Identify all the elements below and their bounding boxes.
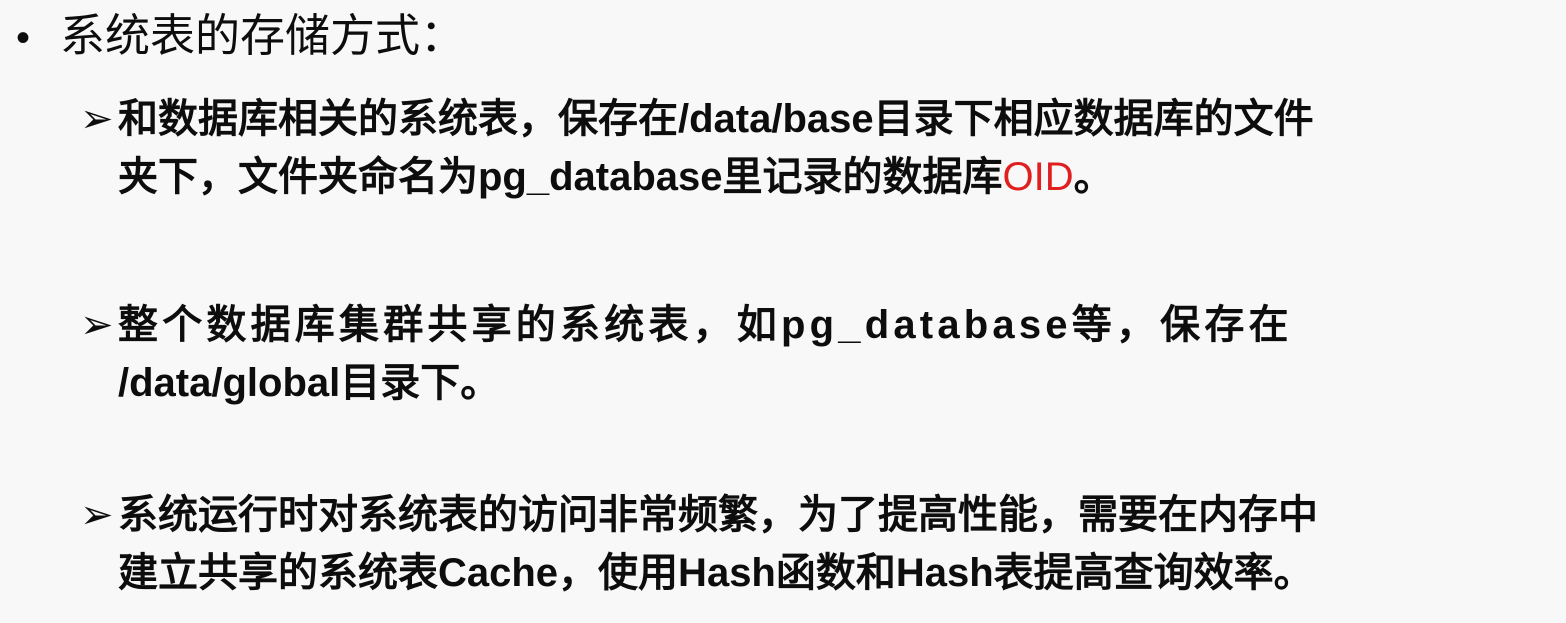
arrow-bullet-icon: ➢ [80, 303, 114, 347]
item-line: 整个数据库集群共享的系统表，如pg_database等，保存在 [118, 303, 1293, 347]
slide: • 系统表的存储方式： ➢ 和数据库相关的系统表，保存在/data/base目录下… [0, 0, 1566, 623]
item-text: 夹下，文件夹命名为pg_database里记录的数据库 [118, 155, 1003, 199]
item-line: 和数据库相关的系统表，保存在/data/base目录下相应数据库的文件 [118, 97, 1314, 141]
list-item: ➢ 系统运行时对系统表的访问非常频繁，为了提高性能，需要在内存中 建立共享的系统… [80, 486, 1520, 602]
list-item: ➢ 整个数据库集群共享的系统表，如pg_database等，保存在 /data/… [80, 296, 1520, 412]
arrow-bullet-icon: ➢ [80, 97, 114, 141]
item-line: 系统运行时对系统表的访问非常频繁，为了提高性能，需要在内存中 [118, 493, 1318, 537]
heading-text: 系统表的存储方式： [60, 10, 466, 61]
arrow-bullet-icon: ➢ [80, 493, 114, 537]
highlight-text: OID [1002, 155, 1074, 199]
item-line: /data/global目录下。 [118, 361, 501, 405]
item-text: 。 [1073, 155, 1114, 199]
item-line: 夹下，文件夹命名为pg_database里记录的数据库OID。 [80, 148, 1520, 206]
slide-heading: • 系统表的存储方式： [16, 6, 465, 68]
item-line: 建立共享的系统表Cache，使用Hash函数和Hash表提高查询效率。 [118, 551, 1314, 595]
list-item: ➢ 和数据库相关的系统表，保存在/data/base目录下相应数据库的文件 夹下… [80, 90, 1520, 206]
bullet-dot-icon: • [16, 16, 31, 60]
